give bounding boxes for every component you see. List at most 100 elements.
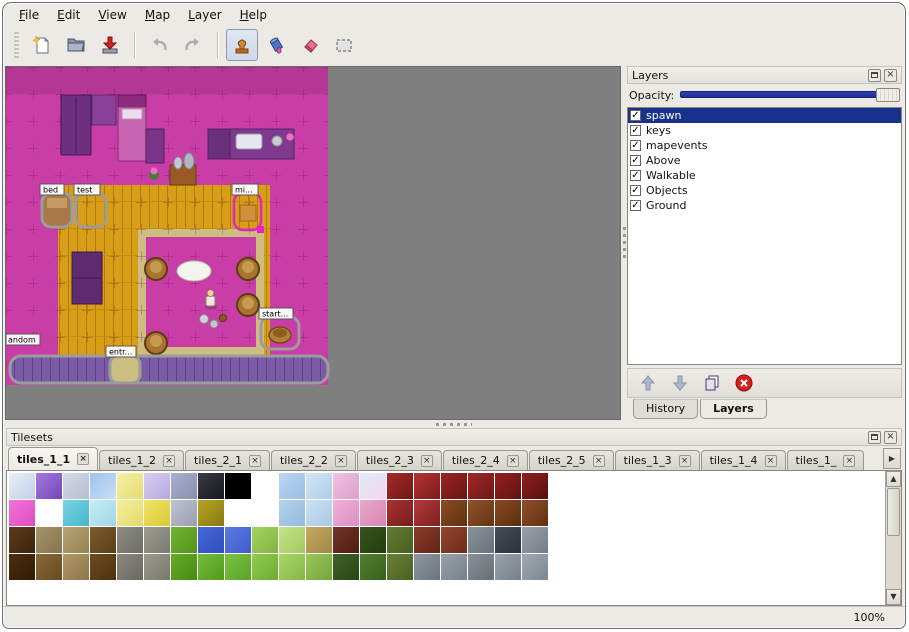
scrollbar-thumb[interactable]	[887, 488, 900, 536]
tileset-tile[interactable]	[144, 554, 170, 580]
horizontal-splitter[interactable]	[3, 420, 905, 428]
tileset-tile[interactable]	[387, 527, 413, 553]
tileset-tile[interactable]	[360, 527, 386, 553]
tileset-tile[interactable]	[144, 500, 170, 526]
tileset-tile[interactable]	[279, 473, 305, 499]
tab-close-button[interactable]	[765, 455, 777, 467]
tileset-tile[interactable]	[495, 527, 521, 553]
tileset-tile[interactable]	[36, 554, 62, 580]
tileset-tile[interactable]	[63, 554, 89, 580]
tileset-tile[interactable]	[198, 500, 224, 526]
tileset-tab[interactable]: tiles_2_3	[357, 450, 442, 470]
tileset-tile[interactable]	[144, 473, 170, 499]
tileset-tab[interactable]: tiles_2_2	[271, 450, 356, 470]
opacity-slider-handle[interactable]	[876, 88, 900, 102]
rectangular-select-button[interactable]	[328, 29, 360, 61]
tileset-tile[interactable]	[9, 527, 35, 553]
menu-item[interactable]: File	[11, 6, 47, 24]
tileset-tile[interactable]	[468, 473, 494, 499]
tileset-tile[interactable]	[63, 527, 89, 553]
tileset-tile[interactable]	[522, 527, 548, 553]
tileset-tab[interactable]: tiles_1_4	[701, 450, 786, 470]
tab-close-button[interactable]	[593, 455, 605, 467]
tab-close-button[interactable]	[335, 455, 347, 467]
open-map-button[interactable]	[60, 29, 92, 61]
tileset-tile[interactable]	[90, 473, 116, 499]
tileset-tab[interactable]: tiles_1_1	[8, 447, 98, 470]
bucket-fill-button[interactable]	[260, 29, 292, 61]
eraser-button[interactable]	[294, 29, 326, 61]
tileset-tile[interactable]	[279, 527, 305, 553]
tileset-tab[interactable]: tiles_2_1	[185, 450, 270, 470]
tileset-tile[interactable]	[198, 554, 224, 580]
tileset-tile[interactable]	[90, 527, 116, 553]
tileset-tile[interactable]	[414, 473, 440, 499]
layer-visibility-checkbox[interactable]	[630, 125, 641, 136]
tileset-tile[interactable]	[306, 473, 332, 499]
scrollbar-track[interactable]	[886, 537, 901, 589]
close-panel-button[interactable]	[884, 69, 897, 82]
map-view[interactable]: bed test mi... start... entr... andom	[5, 66, 621, 420]
tileset-tile[interactable]	[171, 527, 197, 553]
tileset-tile[interactable]	[306, 527, 332, 553]
tileset-tile[interactable]	[279, 554, 305, 580]
layer-row[interactable]: spawn	[628, 108, 901, 123]
tileset-tile[interactable]	[387, 473, 413, 499]
scroll-down-button[interactable]	[886, 589, 901, 605]
layer-visibility-checkbox[interactable]	[630, 200, 641, 211]
tileset-tile[interactable]	[252, 527, 278, 553]
delete-layer-button[interactable]	[732, 371, 756, 395]
tileset-tile[interactable]	[117, 473, 143, 499]
tileset-tile[interactable]	[468, 500, 494, 526]
tileset-tile[interactable]	[9, 473, 35, 499]
layer-row[interactable]: Ground	[628, 198, 901, 213]
tileset-tab[interactable]: tiles_1_3	[615, 450, 700, 470]
tileset-tile[interactable]	[144, 527, 170, 553]
tab-close-button[interactable]	[679, 455, 691, 467]
tileset-tile[interactable]	[36, 527, 62, 553]
tileset-tile[interactable]	[333, 527, 359, 553]
tileset-tile[interactable]	[225, 500, 251, 526]
tileset-tile[interactable]	[117, 500, 143, 526]
tileset-tab[interactable]: tiles_2_4	[443, 450, 528, 470]
tileset-tile[interactable]	[387, 500, 413, 526]
menu-item[interactable]: Layer	[180, 6, 229, 24]
tileset-tile[interactable]	[441, 473, 467, 499]
tileset-tile[interactable]	[333, 500, 359, 526]
tileset-tile[interactable]	[171, 554, 197, 580]
tileset-tile[interactable]	[90, 500, 116, 526]
tileset-tile[interactable]	[252, 473, 278, 499]
tileset-tile[interactable]	[522, 500, 548, 526]
tileset-tile[interactable]	[252, 554, 278, 580]
tab-close-button[interactable]	[249, 455, 261, 467]
tileset-tile[interactable]	[90, 554, 116, 580]
tileset-tile[interactable]	[495, 500, 521, 526]
tab-close-button[interactable]	[507, 455, 519, 467]
stamp-brush-button[interactable]	[226, 29, 258, 61]
tileset-tile[interactable]	[522, 473, 548, 499]
tileset-tile[interactable]	[225, 527, 251, 553]
tileset-tile[interactable]	[198, 527, 224, 553]
tileset-tile[interactable]	[36, 473, 62, 499]
map-canvas[interactable]: bed test mi... start... entr... andom	[6, 67, 338, 387]
menu-item[interactable]: Map	[137, 6, 178, 24]
layer-row[interactable]: keys	[628, 123, 901, 138]
layer-row[interactable]: Objects	[628, 183, 901, 198]
tileset-tile[interactable]	[63, 500, 89, 526]
tileset-tile[interactable]	[252, 500, 278, 526]
tab-close-button[interactable]	[77, 453, 89, 465]
tileset-tab[interactable]: tiles_1_	[787, 450, 865, 470]
layer-visibility-checkbox[interactable]	[630, 140, 641, 151]
tileset-tile[interactable]	[414, 554, 440, 580]
tileset-tile[interactable]	[360, 500, 386, 526]
tileset-tile[interactable]	[9, 500, 35, 526]
lower-layer-button[interactable]	[668, 371, 692, 395]
redo-button[interactable]	[177, 29, 209, 61]
tileset-tile[interactable]	[441, 554, 467, 580]
menu-item[interactable]: Help	[232, 6, 275, 24]
layer-visibility-checkbox[interactable]	[630, 170, 641, 181]
layer-row[interactable]: Above	[628, 153, 901, 168]
tileset-tile[interactable]	[36, 500, 62, 526]
tileset-tile[interactable]	[522, 554, 548, 580]
tileset-scrollbar[interactable]	[885, 471, 901, 605]
